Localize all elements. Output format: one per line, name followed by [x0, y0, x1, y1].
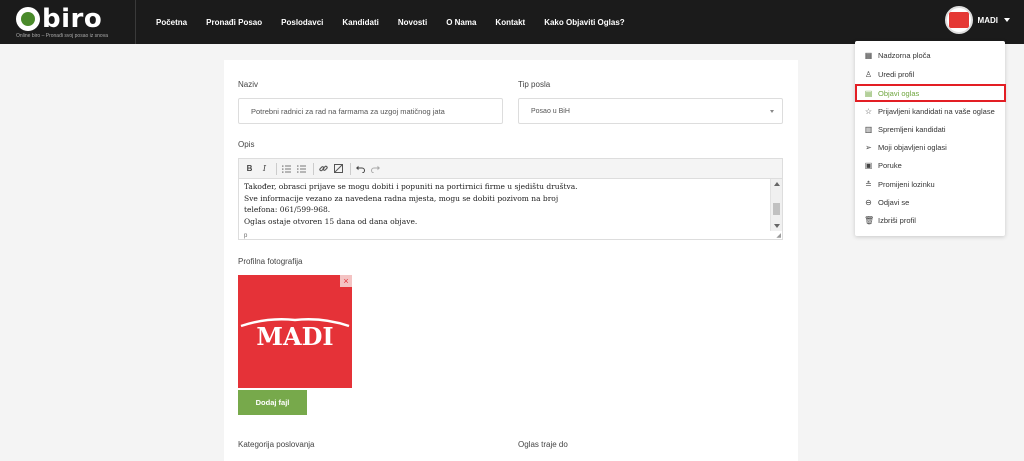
scroll-thumb[interactable]: [773, 203, 780, 215]
add-file-button[interactable]: Dodaj fajl: [238, 390, 307, 415]
menu-item-uredi-profil[interactable]: ♙ Uredi profil: [855, 65, 1005, 83]
menu-item-label: Prijavljeni kandidati na vaše oglase: [878, 106, 995, 116]
chevron-down-icon[interactable]: [1004, 18, 1010, 22]
opis-line: Sve informacije vezano za navedena radna…: [244, 193, 559, 203]
menu-item-label: Uredi profil: [878, 69, 915, 79]
nav-poslodavci[interactable]: Poslodavci: [281, 18, 323, 27]
menu-item-label: Odjavi se: [878, 197, 910, 207]
tip-posla-label: Tip posla: [518, 80, 551, 89]
scroll-down-icon[interactable]: [774, 224, 780, 228]
tip-posla-select[interactable]: Posao u BiH: [518, 98, 783, 124]
editor-path: p: [244, 233, 248, 239]
menu-item-label: Spremljeni kandidati: [878, 124, 946, 134]
kategorija-label: Kategorija poslovanja: [238, 440, 315, 449]
remove-photo-icon[interactable]: ×: [340, 275, 352, 287]
nav-kako-objaviti[interactable]: Kako Objaviti Oglas?: [544, 18, 624, 27]
bulleted-list-icon[interactable]: [295, 162, 308, 176]
job-post-form: Naziv Potrebni radnici za rad na farmama…: [224, 60, 798, 461]
menu-item-label: Poruke: [878, 160, 902, 170]
menu-item-odjavi-se[interactable]: ⊖ Odjavi se: [855, 193, 1005, 211]
logout-icon: ⊖: [865, 197, 872, 207]
opis-editor: B I Također, obrasci prijave se mogu dob…: [238, 158, 783, 240]
menu-item-spremljeni-kandidati[interactable]: ▥ Spremljeni kandidati: [855, 120, 1005, 138]
opis-line: telefona: 061/599-968.: [244, 205, 331, 214]
menu-item-label: Moji objavljeni oglasi: [878, 142, 947, 152]
menu-item-prijavljeni-kandidati[interactable]: ☆ Prijavljeni kandidati na vaše oglase: [855, 102, 1005, 120]
redo-icon[interactable]: [369, 162, 382, 176]
toolbar-divider: [313, 162, 314, 175]
send-icon: ➢: [865, 142, 872, 152]
lock-icon: ≛: [865, 179, 872, 189]
objavi-oglas-highlight: [855, 84, 1006, 102]
menu-item-label: Nadzorna ploča: [878, 50, 931, 60]
nav-novosti[interactable]: Novosti: [398, 18, 427, 27]
naziv-label: Naziv: [238, 80, 259, 89]
user-name[interactable]: MADI: [978, 16, 998, 25]
menu-item-promijeni-lozinku[interactable]: ≛ Promijeni lozinku: [855, 175, 1005, 193]
nav-kandidati[interactable]: Kandidati: [342, 18, 378, 27]
link-icon[interactable]: [317, 162, 330, 176]
nav-pocetna[interactable]: Početna: [156, 18, 187, 27]
user-dropdown-menu: ▦ Nadzorna ploča ♙ Uredi profil ▤ Objavi…: [855, 41, 1005, 236]
logo-mark-icon: [16, 7, 40, 31]
logo-tagline: Online biro – Pronađi svoj posao iz snov…: [16, 33, 108, 39]
logo-divider: [135, 0, 136, 44]
saved-icon: ▥: [864, 124, 873, 134]
naziv-input[interactable]: Potrebni radnici za rad na farmama za uz…: [238, 98, 503, 124]
menu-item-izbrisi-profil[interactable]: 🗑 Izbriši profil: [855, 211, 1005, 229]
photo-label: Profilna fotografija: [238, 257, 303, 266]
undo-icon[interactable]: [354, 162, 367, 176]
menu-item-moji-oglasi[interactable]: ➢ Moji objavljeni oglasi: [855, 138, 1005, 156]
editor-toolbar: B I: [239, 159, 782, 179]
madi-logo: MADI: [240, 318, 350, 351]
star-icon: ☆: [864, 106, 873, 116]
main-nav: Početna Pronađi Posao Poslodavci Kandida…: [156, 0, 644, 44]
toolbar-divider: [276, 162, 277, 175]
user-avatar[interactable]: [944, 6, 973, 34]
bold-button[interactable]: B: [243, 162, 256, 176]
logo-text: biro: [42, 4, 103, 34]
nav-o-nama[interactable]: O Nama: [446, 18, 476, 27]
trash-icon: 🗑: [864, 215, 875, 225]
opis-label: Opis: [238, 140, 255, 149]
biro-logo[interactable]: biro Online biro – Pronađi svoj posao iz…: [16, 4, 126, 39]
menu-item-label: Promijeni lozinku: [878, 179, 935, 189]
madi-logo-text: MADI: [256, 322, 333, 351]
user-menu-toggle[interactable]: MADI: [944, 6, 1010, 34]
opis-line: Također, obrasci prijave se mogu dobiti …: [244, 182, 578, 191]
unlink-icon[interactable]: [332, 162, 345, 176]
menu-item-label: Izbriši profil: [878, 215, 916, 225]
nav-kontakt[interactable]: Kontakt: [495, 18, 525, 27]
select-arrow-icon: [770, 110, 774, 113]
opis-line: Oglas ostaje otvoren 15 dana od dana obj…: [244, 216, 418, 226]
editor-scrollbar[interactable]: [770, 179, 782, 231]
italic-button[interactable]: I: [258, 162, 271, 176]
nav-pronadi-posao[interactable]: Pronađi Posao: [206, 18, 262, 27]
tip-posla-value: Posao u BiH: [531, 107, 570, 115]
user-icon: ♙: [864, 69, 873, 79]
dashboard-icon: ▦: [864, 50, 873, 60]
trajanje-label: Oglas traje do: [518, 440, 568, 449]
message-icon: ▣: [864, 160, 873, 170]
scroll-up-icon[interactable]: [774, 182, 780, 186]
resize-handle-icon[interactable]: ◢: [776, 232, 781, 239]
numbered-list-icon[interactable]: [280, 162, 293, 176]
menu-item-poruke[interactable]: ▣ Poruke: [855, 156, 1005, 174]
menu-item-nadzorna-ploca[interactable]: ▦ Nadzorna ploča: [855, 46, 1005, 64]
opis-text-area[interactable]: Također, obrasci prijave se mogu dobiti …: [239, 179, 769, 231]
toolbar-divider: [350, 162, 351, 175]
profile-photo: MADI ×: [238, 275, 352, 388]
top-navbar: biro Online biro – Pronađi svoj posao iz…: [0, 0, 1024, 44]
